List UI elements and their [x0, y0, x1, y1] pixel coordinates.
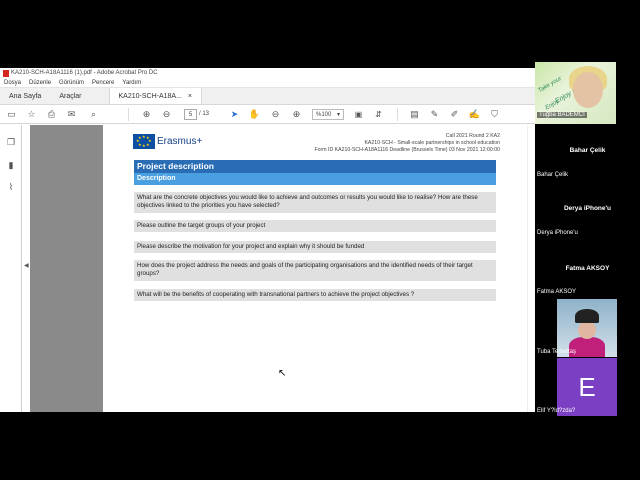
- email-icon[interactable]: ✉: [66, 109, 77, 120]
- stamp-icon[interactable]: ⛉: [489, 109, 500, 120]
- pdf-file-icon: [3, 69, 9, 77]
- menu-bar: Dosya Düzenle Görünüm Pencere Yardım: [0, 78, 535, 88]
- participant-label: Bahar Çelik: [537, 172, 569, 178]
- participant-label: Derya iPhone'u: [537, 230, 578, 236]
- menu-item-help[interactable]: Yardım: [122, 80, 141, 86]
- search-icon[interactable]: ⌕: [88, 109, 99, 120]
- form-header-line: Call 2021 Round 2 KA2: [445, 133, 500, 139]
- acrobat-window: KA210-SCH-A18A1116 (1).pdf - Adobe Acrob…: [0, 68, 535, 412]
- tab-tools-label: Araçlar: [59, 92, 82, 100]
- print-icon[interactable]: ⎙: [46, 109, 57, 120]
- previous-page-icon[interactable]: ⊕: [141, 109, 152, 120]
- menu-item-window[interactable]: Pencere: [92, 80, 114, 86]
- toolbar-divider: [397, 108, 398, 121]
- highlight-icon[interactable]: ✎: [429, 109, 440, 120]
- menu-item-edit[interactable]: Düzenle: [29, 80, 51, 86]
- eu-flag-icon: ★ ★ ★ ★ ★ ★ ★ ★: [133, 134, 155, 149]
- section-subtitle: Description: [134, 173, 496, 185]
- next-page-icon[interactable]: ⊖: [161, 109, 172, 120]
- zoom-level-select[interactable]: %100 ▾: [312, 109, 344, 120]
- form-header: Call 2021 Round 2 KA2 KA210-SCH - Small-…: [315, 133, 501, 154]
- cam-overlay-text: Enjoy: [544, 98, 561, 112]
- toolbar: ▭ ☆ ⎙ ✉ ⌕ ⊕ ⊖ 5 / 13 ➤ ✋ ⊖ ⊕ %100 ▾ ▣ ⇵ ▤…: [0, 105, 535, 124]
- tab-document[interactable]: KA210-SCH-A18A... ×: [108, 88, 203, 104]
- save-icon[interactable]: ▭: [6, 109, 17, 120]
- participant-center-name: Fatma AKSOY: [565, 265, 610, 272]
- bookmark-icon[interactable]: ▮: [6, 160, 16, 170]
- attachment-icon[interactable]: ⌇: [6, 182, 16, 192]
- section-title: Project description: [134, 160, 496, 173]
- question-field[interactable]: What will be the benefits of cooperating…: [134, 289, 496, 301]
- window-titlebar: KA210-SCH-A18A1116 (1).pdf - Adobe Acrob…: [0, 68, 535, 78]
- form-header-line: Form ID KA210-SCH-A18A1116 Deadline (Bru…: [314, 147, 501, 153]
- cam-overlay-text: Take your: [537, 75, 563, 95]
- participant-hat: [575, 309, 599, 323]
- pdf-page: ★ ★ ★ ★ ★ ★ ★ ★ Erasmus+ Call 2021 Round 2 KA2 …: [103, 125, 527, 412]
- pages-thumbnail-icon[interactable]: ❐: [6, 137, 16, 147]
- participant-label: Fatma AKSOY: [537, 289, 577, 295]
- participant-label: Elif Y?ld?zda?: [537, 408, 576, 414]
- navigation-rail: ❐ ▮ ⌇: [0, 125, 22, 412]
- document-body: ❐ ▮ ⌇ ◀ ★ ★ ★ ★ ★ ★ ★ ★ Erasmus+ Call 2021 Roun…: [0, 125, 535, 412]
- page-total: / 13: [199, 111, 210, 117]
- close-tab-icon[interactable]: ×: [188, 93, 192, 100]
- scroll-mode-icon[interactable]: ⇵: [373, 109, 384, 120]
- question-field[interactable]: Please describe the motivation for your …: [134, 241, 496, 253]
- menu-item-file[interactable]: Dosya: [4, 80, 21, 86]
- participant-face: [578, 321, 596, 339]
- form-header-line: KA210-SCH - Small-scale partnerships in …: [364, 140, 500, 146]
- participant-label: Tuba Temeltaş: [537, 349, 577, 355]
- participant-video[interactable]: Take your Enjoy English Enjoy Tuğba BADE…: [535, 62, 616, 124]
- tab-bar: Ana Sayfa Araçlar KA210-SCH-A18A... ×: [0, 88, 535, 105]
- participant-tile[interactable]: Fatma AKSOY Fatma AKSOY: [535, 240, 640, 298]
- expand-panel-icon[interactable]: ◀: [24, 262, 29, 269]
- participant-tile[interactable]: Derya iPhone'u Derya iPhone'u: [535, 182, 640, 240]
- question-field[interactable]: What are the concrete objectives you wou…: [134, 192, 496, 213]
- zoom-out-icon[interactable]: ⊖: [270, 109, 281, 120]
- tab-home-label: Ana Sayfa: [9, 92, 42, 100]
- participant-center-name: Bahar Çelik: [569, 147, 606, 154]
- participant-tile[interactable]: Bahar Çelik Bahar Çelik: [535, 124, 640, 182]
- question-field[interactable]: How does the project address the needs a…: [134, 260, 496, 281]
- toolbar-divider: [128, 108, 129, 121]
- erasmus-logo: ★ ★ ★ ★ ★ ★ ★ ★ Erasmus+: [133, 134, 202, 149]
- question-field[interactable]: Please outline the target groups of your…: [134, 220, 496, 232]
- video-participants-panel: Take your Enjoy English Enjoy Tuğba BADE…: [535, 62, 640, 420]
- comment-icon[interactable]: ▤: [409, 109, 420, 120]
- select-pointer-icon[interactable]: ➤: [229, 109, 240, 120]
- menu-item-view[interactable]: Görünüm: [59, 80, 84, 86]
- page-number-input[interactable]: 5: [184, 109, 197, 120]
- participant-label: Tuğba BADEMCİ: [537, 112, 587, 118]
- window-title: KA210-SCH-A18A1116 (1).pdf - Adobe Acrob…: [11, 70, 158, 76]
- zoom-in-icon[interactable]: ⊕: [291, 109, 302, 120]
- fit-page-icon[interactable]: ▣: [353, 109, 364, 120]
- tab-tools[interactable]: Araçlar: [50, 88, 90, 104]
- participant-face: [573, 72, 603, 108]
- sign-icon[interactable]: ✍: [469, 109, 480, 120]
- tab-home[interactable]: Ana Sayfa: [0, 88, 50, 104]
- zoom-level-value: %100: [316, 111, 332, 118]
- star-icon[interactable]: ☆: [26, 109, 37, 120]
- draw-icon[interactable]: ✐: [449, 109, 460, 120]
- mouse-cursor-icon: ↖: [278, 368, 287, 379]
- participant-center-name: Derya iPhone'u: [563, 205, 612, 212]
- tab-document-label: KA210-SCH-A18A...: [118, 92, 182, 100]
- hand-tool-icon[interactable]: ✋: [249, 109, 260, 120]
- chevron-down-icon: ▾: [336, 112, 340, 118]
- erasmus-logo-text: Erasmus+: [157, 136, 203, 147]
